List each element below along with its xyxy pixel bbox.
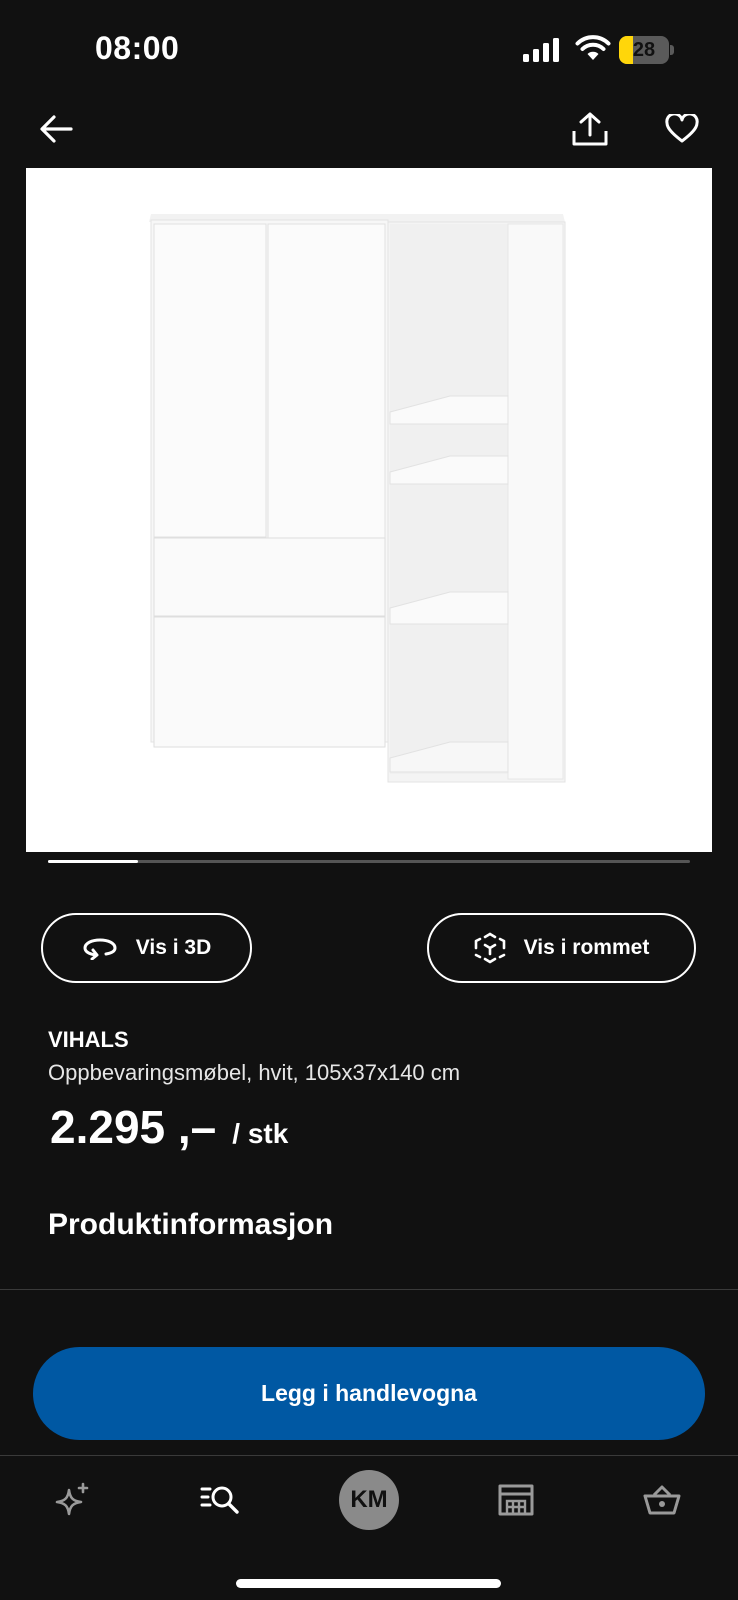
divider	[0, 1289, 738, 1290]
heart-icon	[665, 114, 699, 143]
product-image[interactable]	[26, 168, 712, 852]
back-button[interactable]	[32, 105, 80, 153]
price-unit: / stk	[232, 1118, 289, 1149]
view-in-room-label: Vis i rommet	[523, 936, 650, 959]
nav-stores[interactable]	[486, 1470, 546, 1530]
share-button[interactable]	[566, 105, 614, 153]
bottom-nav-divider	[0, 1455, 738, 1456]
product-price: 2.295 ,–	[50, 1101, 217, 1153]
search-list-icon	[200, 1486, 239, 1514]
product-name: VIHALS	[48, 1027, 129, 1052]
store-icon	[498, 1484, 534, 1516]
cabinet-illustration	[149, 214, 566, 783]
product-price-row: 2.295 ,– / stk	[50, 1100, 288, 1154]
arrow-left-icon	[40, 115, 73, 143]
nav-basket[interactable]	[632, 1470, 692, 1530]
view-3d-label: Vis i 3D	[135, 936, 212, 959]
home-indicator[interactable]	[236, 1579, 501, 1588]
wifi-icon	[575, 35, 611, 60]
rotate-3d-icon	[83, 938, 117, 960]
share-icon	[572, 112, 608, 146]
product-description: Oppbevaringsmøbel, hvit, 105x37x140 cm	[48, 1060, 461, 1085]
add-to-cart-button[interactable]: Legg i handlevogna	[33, 1347, 705, 1440]
view-in-room-button[interactable]: Vis i rommet	[427, 913, 696, 983]
favorite-button[interactable]	[658, 105, 706, 153]
view-3d-button[interactable]: Vis i 3D	[41, 913, 252, 983]
nav-search[interactable]	[190, 1470, 250, 1530]
battery-percent: 28	[632, 39, 656, 61]
nav-inspiration[interactable]	[43, 1470, 103, 1530]
ar-cube-icon	[474, 932, 505, 964]
product-info-heading[interactable]: Produktinformasjon	[48, 1208, 333, 1242]
nav-profile-avatar[interactable]: KM	[339, 1470, 399, 1530]
status-time: 08:00	[95, 30, 180, 66]
cellular-signal-icon	[523, 38, 559, 62]
gallery-progress	[48, 860, 690, 863]
sparkle-icon	[55, 1482, 89, 1516]
battery-icon: 28	[619, 36, 675, 64]
basket-icon	[643, 1485, 681, 1515]
